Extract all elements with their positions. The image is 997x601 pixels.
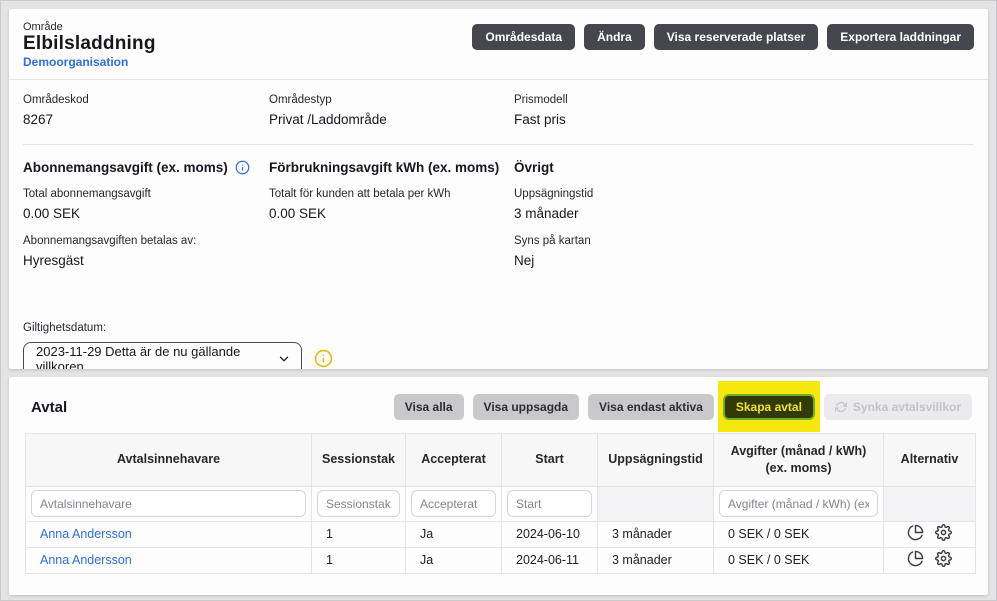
table-row: Anna Andersson 1 Ja 2024-06-10 3 månader… — [26, 521, 976, 547]
visible-on-map-value: Nej — [514, 253, 974, 268]
edit-button[interactable]: Ändra — [584, 24, 645, 50]
area-code-value: 8267 — [23, 112, 269, 127]
consumption-fee-block: Förbrukningsavgift kWh (ex. moms) Totalt… — [269, 160, 514, 282]
gear-icon[interactable] — [935, 550, 952, 567]
area-title-block: Område Elbilsladdning Demoorganisation — [23, 21, 156, 69]
export-chargings-button[interactable]: Exportera laddningar — [827, 24, 974, 50]
pie-chart-icon[interactable] — [907, 524, 924, 541]
notice-period-label: Uppsägningstid — [514, 188, 974, 200]
sync-agreement-terms-button: Synka avtalsvillkor — [824, 394, 972, 420]
fees-cell: 0 SEK / 0 SEK — [714, 547, 884, 573]
page-title: Elbilsladdning — [23, 33, 156, 55]
options-cell — [884, 521, 976, 547]
agreements-title: Avtal — [31, 399, 67, 416]
agreements-table: Avtalsinnehavare Sessionstak Accepterat … — [25, 433, 976, 574]
price-model-value: Fast pris — [514, 112, 974, 127]
col-options: Alternativ — [884, 434, 976, 487]
area-card: Område Elbilsladdning Demoorganisation O… — [9, 9, 988, 369]
subscription-total-label: Total abonnemangsavgift — [23, 188, 269, 200]
highlight-annotation: Skapa avtal — [723, 394, 815, 420]
col-start: Start — [502, 434, 598, 487]
area-type-label: Områdestyp — [269, 94, 514, 106]
filter-fees-input[interactable] — [719, 490, 878, 517]
subscription-fee-title: Abonnemangsavgift (ex. moms) — [23, 160, 228, 175]
col-accepted: Accepterat — [406, 434, 502, 487]
subscription-fee-title-row: Abonnemangsavgift (ex. moms) — [23, 160, 269, 175]
holder-link[interactable]: Anna Andersson — [40, 553, 132, 567]
pricing-section: Abonnemangsavgift (ex. moms) Total abonn… — [9, 145, 988, 282]
fees-cell: 0 SEK / 0 SEK — [714, 521, 884, 547]
area-header: Område Elbilsladdning Demoorganisation O… — [9, 9, 988, 80]
subscription-total-value: 0.00 SEK — [23, 206, 269, 221]
col-holder: Avtalsinnehavare — [26, 434, 312, 487]
filter-holder-input[interactable] — [31, 490, 306, 517]
accepted-cell: Ja — [406, 521, 502, 547]
validity-section: Giltighetsdatum: 2023-11-29 Detta är de … — [9, 282, 988, 369]
col-notice-period: Uppsägningstid — [598, 434, 714, 487]
gear-icon[interactable] — [935, 524, 952, 541]
area-actions: Områdesdata Ändra Visa reserverade plats… — [472, 24, 974, 50]
filter-accepted-input[interactable] — [411, 490, 496, 517]
sync-button-label: Synka avtalsvillkor — [853, 400, 961, 414]
pie-chart-icon[interactable] — [907, 550, 924, 567]
consumption-fee-title: Förbrukningsavgift kWh (ex. moms) — [269, 160, 514, 175]
holder-link[interactable]: Anna Andersson — [40, 527, 132, 541]
col-fees: Avgifter (månad / kWh) (ex. moms) — [714, 434, 884, 487]
show-active-only-button[interactable]: Visa endast aktiva — [588, 394, 714, 420]
show-reserved-spots-button[interactable]: Visa reserverade platser — [654, 24, 819, 50]
show-all-button[interactable]: Visa alla — [394, 394, 464, 420]
area-data-button[interactable]: Områdesdata — [472, 24, 575, 50]
other-block: Övrigt Uppsägningstid 3 månader Syns på … — [514, 160, 974, 282]
session-cap-cell: 1 — [312, 547, 406, 573]
validity-label: Giltighetsdatum: — [23, 322, 974, 334]
filter-start-input[interactable] — [507, 490, 592, 517]
agreements-card: Avtal Visa alla Visa uppsagda Visa endas… — [9, 377, 988, 595]
chevron-down-icon — [277, 352, 291, 366]
notice-cell: 3 månader — [598, 547, 714, 573]
consumption-total-label: Totalt för kunden att betala per kWh — [269, 188, 514, 200]
area-info-row: Områdeskod 8267 Områdestyp Privat /Laddo… — [9, 80, 988, 144]
start-cell: 2024-06-10 — [502, 521, 598, 547]
filter-options-empty-cell — [884, 486, 976, 521]
accepted-cell: Ja — [406, 547, 502, 573]
notice-cell: 3 månader — [598, 521, 714, 547]
area-type-field: Områdestyp Privat /Laddområde — [269, 94, 514, 127]
options-cell — [884, 547, 976, 573]
table-filter-row — [26, 486, 976, 521]
subscription-paid-by-value: Hyresgäst — [23, 253, 269, 268]
agreements-header: Avtal Visa alla Visa uppsagda Visa endas… — [25, 377, 972, 433]
area-code-label: Områdeskod — [23, 94, 269, 106]
notice-period-value: 3 månader — [514, 206, 974, 221]
show-terminated-button[interactable]: Visa uppsagda — [473, 394, 579, 420]
session-cap-cell: 1 — [312, 521, 406, 547]
col-session-cap: Sessionstak — [312, 434, 406, 487]
organisation-link[interactable]: Demoorganisation — [23, 55, 156, 69]
table-row: Anna Andersson 1 Ja 2024-06-11 3 månader… — [26, 547, 976, 573]
area-kicker: Område — [23, 21, 156, 33]
info-icon[interactable] — [235, 160, 250, 175]
warning-icon[interactable] — [314, 349, 333, 368]
agreements-actions: Visa alla Visa uppsagda Visa endast akti… — [394, 394, 972, 420]
price-model-label: Prismodell — [514, 94, 974, 106]
area-code-field: Områdeskod 8267 — [23, 94, 269, 127]
filter-session-cap-input[interactable] — [317, 490, 400, 517]
start-cell: 2024-06-11 — [502, 547, 598, 573]
create-agreement-button[interactable]: Skapa avtal — [723, 394, 815, 420]
sync-icon — [835, 401, 847, 413]
subscription-paid-by-label: Abonnemangsavgiften betalas av: — [23, 235, 269, 247]
price-model-field: Prismodell Fast pris — [514, 94, 974, 127]
area-type-value: Privat /Laddområde — [269, 112, 514, 127]
validity-date-select[interactable]: 2023-11-29 Detta är de nu gällande villk… — [23, 342, 302, 369]
subscription-fee-block: Abonnemangsavgift (ex. moms) Total abonn… — [23, 160, 269, 282]
other-title: Övrigt — [514, 160, 974, 175]
table-header-row: Avtalsinnehavare Sessionstak Accepterat … — [26, 434, 976, 487]
validity-selected-option: 2023-11-29 Detta är de nu gällande villk… — [36, 344, 277, 369]
consumption-total-value: 0.00 SEK — [269, 206, 514, 221]
visible-on-map-label: Syns på kartan — [514, 235, 974, 247]
filter-notice-empty-cell — [598, 486, 714, 521]
